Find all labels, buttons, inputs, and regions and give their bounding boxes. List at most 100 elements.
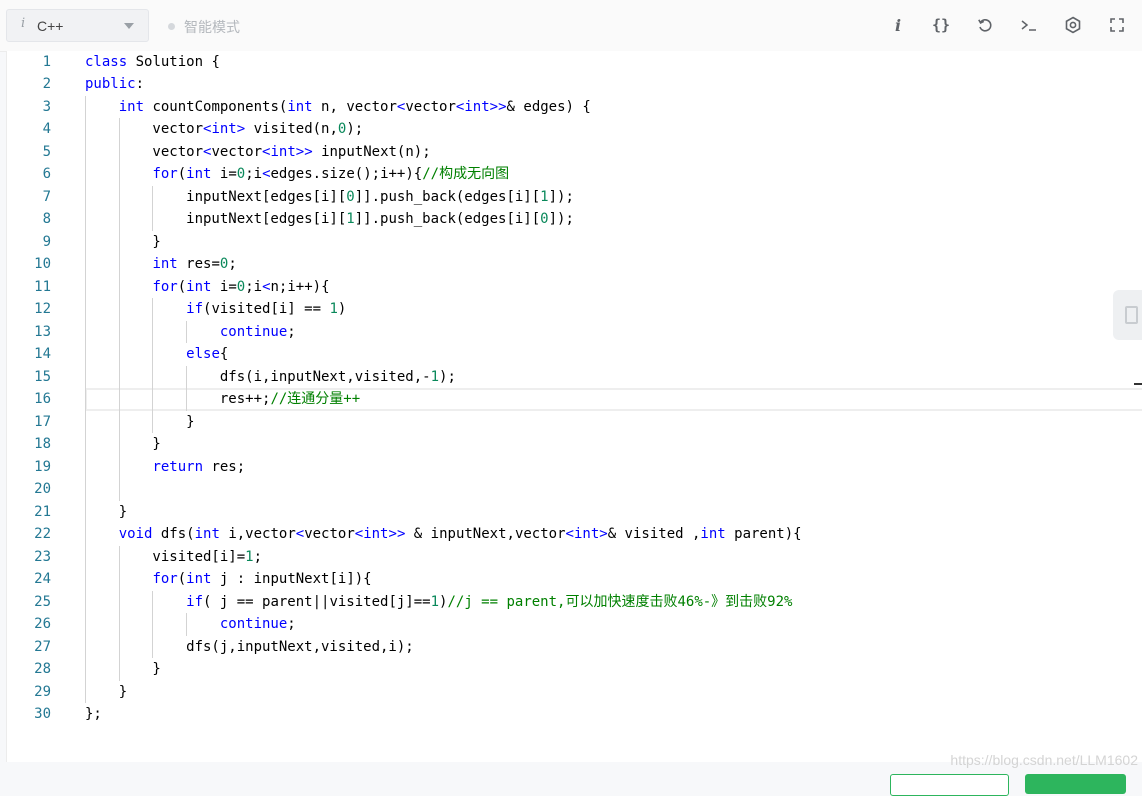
line-number: 19 xyxy=(34,458,51,475)
code-line[interactable]: 15 dfs(i,inputNext,visited,-1); xyxy=(7,366,1142,389)
line-number: 21 xyxy=(34,503,51,520)
code-line[interactable]: 9 } xyxy=(7,231,1142,254)
code-text: continue; xyxy=(219,323,296,340)
console-glyph xyxy=(1021,20,1036,31)
code-text: } xyxy=(85,233,161,250)
code-line[interactable]: 4 vector<int> visited(n,0); xyxy=(7,118,1142,141)
code-line[interactable]: 17 } xyxy=(7,411,1142,434)
code-line[interactable]: 23 visited[i]=1; xyxy=(7,546,1142,569)
code-line[interactable]: 29 } xyxy=(7,681,1142,704)
code-text: vector<int> visited(n,0); xyxy=(85,121,364,137)
code-text: } xyxy=(85,503,128,520)
line-number: 23 xyxy=(34,548,51,565)
fullscreen-glyph xyxy=(1110,18,1124,32)
document-icon xyxy=(1125,306,1138,324)
console-icon[interactable] xyxy=(1017,13,1041,37)
line-number: 25 xyxy=(34,593,51,610)
line-number: 20 xyxy=(34,481,51,497)
code-text: public: xyxy=(85,76,145,92)
code-line[interactable]: 26 continue; xyxy=(7,613,1142,636)
code-text: } xyxy=(85,413,195,430)
code-line[interactable]: 16 res++;//连通分量++ xyxy=(7,388,1142,411)
code-text: continue; xyxy=(219,616,296,632)
code-text: } xyxy=(85,683,128,700)
indent-guide xyxy=(186,613,188,636)
code-text: else{ xyxy=(186,346,229,362)
code-text: if(visited[i] == 1) xyxy=(186,301,347,317)
line-number: 24 xyxy=(34,571,51,587)
side-panel-tab[interactable] xyxy=(1113,290,1142,340)
code-line[interactable]: 30}; xyxy=(7,703,1142,726)
code-line[interactable]: 3 int countComponents(int n, vector<vect… xyxy=(7,96,1142,119)
line-number: 14 xyxy=(34,346,51,362)
line-number: 16 xyxy=(34,391,51,407)
smart-mode-toggle[interactable]: 智能模式 xyxy=(168,17,240,37)
code-text: for(int i=0;i<n;i++){ xyxy=(152,278,330,295)
code-line[interactable]: 6 for(int i=0;i<edges.size();i++){//构成无向… xyxy=(7,163,1142,186)
line-number: 28 xyxy=(34,661,51,677)
code-line[interactable]: 28 } xyxy=(7,658,1142,681)
line-number: 3 xyxy=(42,98,51,115)
submit-button[interactable] xyxy=(1025,774,1126,794)
settings-icon[interactable] xyxy=(1061,13,1085,37)
indent-guide xyxy=(152,298,154,433)
code-line[interactable]: 14 else{ xyxy=(7,343,1142,366)
line-number: 26 xyxy=(34,616,51,632)
info-icon[interactable]: i xyxy=(886,13,910,37)
code-text: return res; xyxy=(152,458,246,475)
code-line[interactable]: 22 void dfs(int i,vector<vector<int>> & … xyxy=(7,523,1142,546)
line-number: 1 xyxy=(42,53,51,70)
code-line[interactable]: 12 if(visited[i] == 1) xyxy=(7,298,1142,321)
code-line[interactable]: 1 class Solution { xyxy=(7,51,1142,74)
reset-icon[interactable] xyxy=(973,13,997,37)
code-line[interactable]: 20 xyxy=(7,478,1142,501)
line-number: 27 xyxy=(34,638,51,655)
code-text: class Solution { xyxy=(85,53,220,70)
code-text: inputNext[edges[i][1]].push_back(edges[i… xyxy=(85,211,574,227)
fullscreen-icon[interactable] xyxy=(1105,13,1129,37)
line-number: 7 xyxy=(42,188,51,205)
code-line[interactable]: 2 public: xyxy=(7,73,1142,96)
code-line[interactable]: 19 return res; xyxy=(7,456,1142,479)
indent-guide xyxy=(186,365,188,411)
code-text: dfs(i,inputNext,visited,-1); xyxy=(85,368,456,385)
indent-guide xyxy=(152,185,154,231)
code-text: void dfs(int i,vector<vector<int>> & inp… xyxy=(118,526,802,542)
line-number: 9 xyxy=(42,233,51,250)
line-number: 15 xyxy=(34,368,51,385)
indent-guide xyxy=(152,590,154,658)
line-number: 5 xyxy=(42,143,51,160)
line-number: 29 xyxy=(34,683,51,700)
code-editor[interactable]: 1 class Solution { 2 public: 3 int countComp… xyxy=(6,51,1142,762)
code-line[interactable]: 25 if( j == parent||visited[j]==1)//j ==… xyxy=(7,591,1142,614)
code-line[interactable]: 13 continue; xyxy=(7,321,1142,344)
code-line[interactable]: 11 for(int i=0;i<n;i++){ xyxy=(7,276,1142,299)
line-number: 11 xyxy=(34,278,51,295)
reset-glyph xyxy=(978,19,992,32)
code-text: inputNext[edges[i][0]].push_back(edges[i… xyxy=(85,188,574,205)
code-line[interactable]: 24 for(int j : inputNext[i]){ xyxy=(7,568,1142,591)
code-line[interactable]: 7 inputNext[edges[i][0]].push_back(edges… xyxy=(7,186,1142,209)
code-text: int countComponents(int n, vector<vector… xyxy=(118,98,591,115)
run-button[interactable] xyxy=(890,774,1009,796)
line-number: 30 xyxy=(34,706,51,722)
line-number: 2 xyxy=(42,76,51,92)
line-number: 22 xyxy=(34,526,51,542)
code-text: res++;//连通分量++ xyxy=(85,391,361,407)
code-format-icon[interactable]: {} xyxy=(929,13,953,37)
line-number: 13 xyxy=(34,323,51,340)
indent-guide xyxy=(118,545,120,681)
smart-mode-label: 智能模式 xyxy=(184,19,240,35)
line-number: 10 xyxy=(34,256,51,272)
language-select[interactable]: i C++ xyxy=(6,9,149,42)
code-line[interactable]: 5 vector<vector<int>> inputNext(n); xyxy=(7,141,1142,164)
code-text: vector<vector<int>> inputNext(n); xyxy=(85,143,431,160)
line-number: 12 xyxy=(34,301,51,317)
code-line[interactable]: 21 } xyxy=(7,501,1142,524)
code-line[interactable]: 10 int res=0; xyxy=(7,253,1142,276)
code-text: }; xyxy=(85,706,102,722)
line-number: 4 xyxy=(42,121,51,137)
code-line[interactable]: 8 inputNext[edges[i][1]].push_back(edges… xyxy=(7,208,1142,231)
code-line[interactable]: 18 } xyxy=(7,433,1142,456)
code-line[interactable]: 27 dfs(j,inputNext,visited,i); xyxy=(7,636,1142,659)
